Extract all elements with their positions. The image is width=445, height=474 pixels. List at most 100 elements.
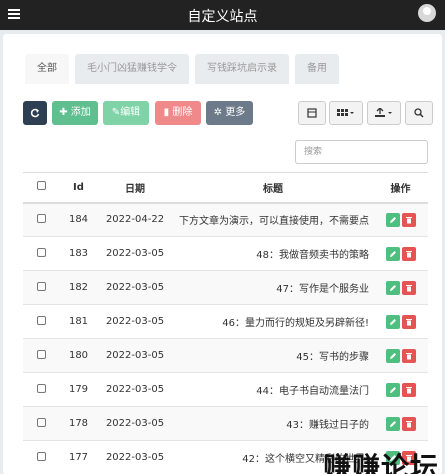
- row-edit-button[interactable]: [385, 314, 400, 329]
- trash-icon: [405, 250, 412, 257]
- cell-date: 2022-04-22: [97, 202, 173, 237]
- search-input[interactable]: 搜索: [295, 140, 428, 164]
- row-edit-button[interactable]: [385, 382, 400, 397]
- cell-id: 178: [60, 406, 97, 441]
- pencil-icon: [389, 352, 396, 359]
- delete-button[interactable]: ▮ 删除: [155, 101, 201, 125]
- table-row[interactable]: 181 2022-03-05 46：量力而行的规矩及另辟新径!: [23, 304, 428, 339]
- cell-actions: [373, 304, 428, 339]
- cell-id: 179: [60, 372, 97, 407]
- row-checkbox[interactable]: [37, 451, 46, 461]
- cell-id: 181: [60, 304, 97, 339]
- tab-category-2[interactable]: 写钱踩坑启示录: [195, 54, 289, 84]
- column-header-date[interactable]: 日期: [97, 172, 173, 204]
- cell-title: 46：量力而行的规矩及另辟新径!: [173, 304, 373, 339]
- tab-category-1[interactable]: 毛小门凶猛赚钱学令: [75, 54, 189, 84]
- row-checkbox-cell[interactable]: [23, 270, 60, 305]
- avatar[interactable]: [418, 4, 436, 22]
- select-all-checkbox[interactable]: [37, 181, 46, 191]
- row-checkbox[interactable]: [37, 281, 46, 291]
- search-icon: [414, 108, 424, 118]
- cell-date: 2022-03-05: [97, 236, 173, 271]
- pencil-icon: [389, 250, 396, 257]
- row-edit-button[interactable]: [385, 212, 400, 227]
- row-checkbox-cell[interactable]: [23, 304, 60, 339]
- cell-actions: [373, 406, 428, 441]
- row-checkbox-cell[interactable]: [23, 440, 60, 474]
- trash-icon: ▮: [163, 107, 170, 118]
- tab-backup[interactable]: 备用: [295, 54, 339, 84]
- cell-id: 183: [60, 236, 97, 271]
- row-checkbox-cell[interactable]: [23, 406, 60, 441]
- row-delete-button[interactable]: [401, 416, 416, 431]
- row-checkbox[interactable]: [37, 349, 46, 359]
- pencil-icon: [389, 386, 396, 393]
- row-checkbox[interactable]: [37, 213, 46, 223]
- row-checkbox-cell[interactable]: [23, 202, 60, 237]
- page-title: 自定义站点: [187, 9, 258, 25]
- select-all-checkbox-cell[interactable]: [23, 172, 60, 204]
- table-header-row: Id 日期 标题 操作: [23, 172, 428, 204]
- cell-date: 2022-03-05: [97, 372, 173, 407]
- cell-actions: [373, 372, 428, 407]
- tab-all[interactable]: 全部: [25, 54, 69, 84]
- add-button[interactable]: ✚ 添加: [52, 101, 98, 125]
- row-edit-button[interactable]: [385, 416, 400, 431]
- cell-date: 2022-03-05: [97, 440, 173, 474]
- row-delete-button[interactable]: [401, 246, 416, 261]
- row-delete-button[interactable]: [401, 314, 416, 329]
- row-checkbox[interactable]: [37, 247, 46, 257]
- column-header-id[interactable]: Id: [60, 172, 97, 204]
- pencil-icon: [389, 318, 396, 325]
- trash-icon: [405, 216, 412, 224]
- cell-date: 2022-03-05: [97, 270, 173, 305]
- cell-id: 184: [60, 202, 97, 237]
- columns-button[interactable]: [329, 101, 363, 125]
- table-row[interactable]: 178 2022-03-05 43：赚钱过日子的: [23, 406, 428, 441]
- row-checkbox-cell[interactable]: [23, 236, 60, 271]
- refresh-icon: [30, 108, 40, 118]
- row-checkbox[interactable]: [37, 417, 46, 427]
- table-row[interactable]: 183 2022-03-05 48：我做音频卖书的策略: [23, 236, 428, 271]
- table-row[interactable]: 179 2022-03-05 44：电子书自动流量法门: [23, 372, 428, 407]
- plus-icon: ✚: [59, 107, 68, 118]
- row-checkbox-cell[interactable]: [23, 338, 60, 373]
- trash-icon: [405, 352, 412, 359]
- column-header-actions: 操作: [373, 172, 428, 204]
- pencil-icon: ✎: [111, 107, 121, 118]
- more-button[interactable]: ✲ 更多: [206, 101, 253, 125]
- cell-actions: [373, 202, 428, 237]
- refresh-button[interactable]: [23, 101, 47, 125]
- row-checkbox-cell[interactable]: [23, 372, 60, 407]
- cell-title: 48：我做音频卖书的策略: [173, 236, 373, 271]
- export-button[interactable]: [367, 101, 401, 125]
- row-checkbox[interactable]: [37, 315, 46, 325]
- table-row[interactable]: 182 2022-03-05 47：写作是个服务业: [23, 270, 428, 305]
- row-edit-button[interactable]: [385, 246, 400, 261]
- cell-date: 2022-03-05: [97, 406, 173, 441]
- content-panel: 全部 毛小门凶猛赚钱学令 写钱踩坑启示录 备用 ✚ 添加 ✎编辑 ▮ 删除 ✲ …: [3, 34, 442, 474]
- toggle-view-button[interactable]: [298, 101, 326, 125]
- row-checkbox[interactable]: [37, 383, 46, 393]
- search-toggle-button[interactable]: [405, 101, 433, 125]
- edit-button[interactable]: ✎编辑: [103, 101, 149, 125]
- trash-icon: [405, 284, 412, 291]
- cell-title: 下方文章为演示，可以直接使用，不需要点: [173, 202, 373, 237]
- data-table: Id 日期 标题 操作 184 2022-04-22 下方文章为演示，可以直接使用，…: [23, 172, 428, 474]
- trash-icon: [405, 318, 412, 325]
- cell-id: 177: [60, 440, 97, 474]
- row-delete-button[interactable]: [401, 382, 416, 397]
- row-edit-button[interactable]: [385, 348, 400, 363]
- cell-id: 182: [60, 270, 97, 305]
- row-delete-button[interactable]: [401, 280, 416, 295]
- trash-icon: [405, 386, 412, 393]
- column-header-title[interactable]: 标题: [173, 172, 373, 204]
- cell-actions: [373, 270, 428, 305]
- row-delete-button[interactable]: [401, 348, 416, 363]
- row-delete-button[interactable]: [401, 212, 416, 227]
- row-edit-button[interactable]: [385, 280, 400, 295]
- pencil-icon: [389, 420, 396, 427]
- gear-icon: ✲: [213, 107, 223, 118]
- table-row[interactable]: 184 2022-04-22 下方文章为演示，可以直接使用，不需要点: [23, 202, 428, 237]
- table-row[interactable]: 180 2022-03-05 45：写书的步骤: [23, 338, 428, 373]
